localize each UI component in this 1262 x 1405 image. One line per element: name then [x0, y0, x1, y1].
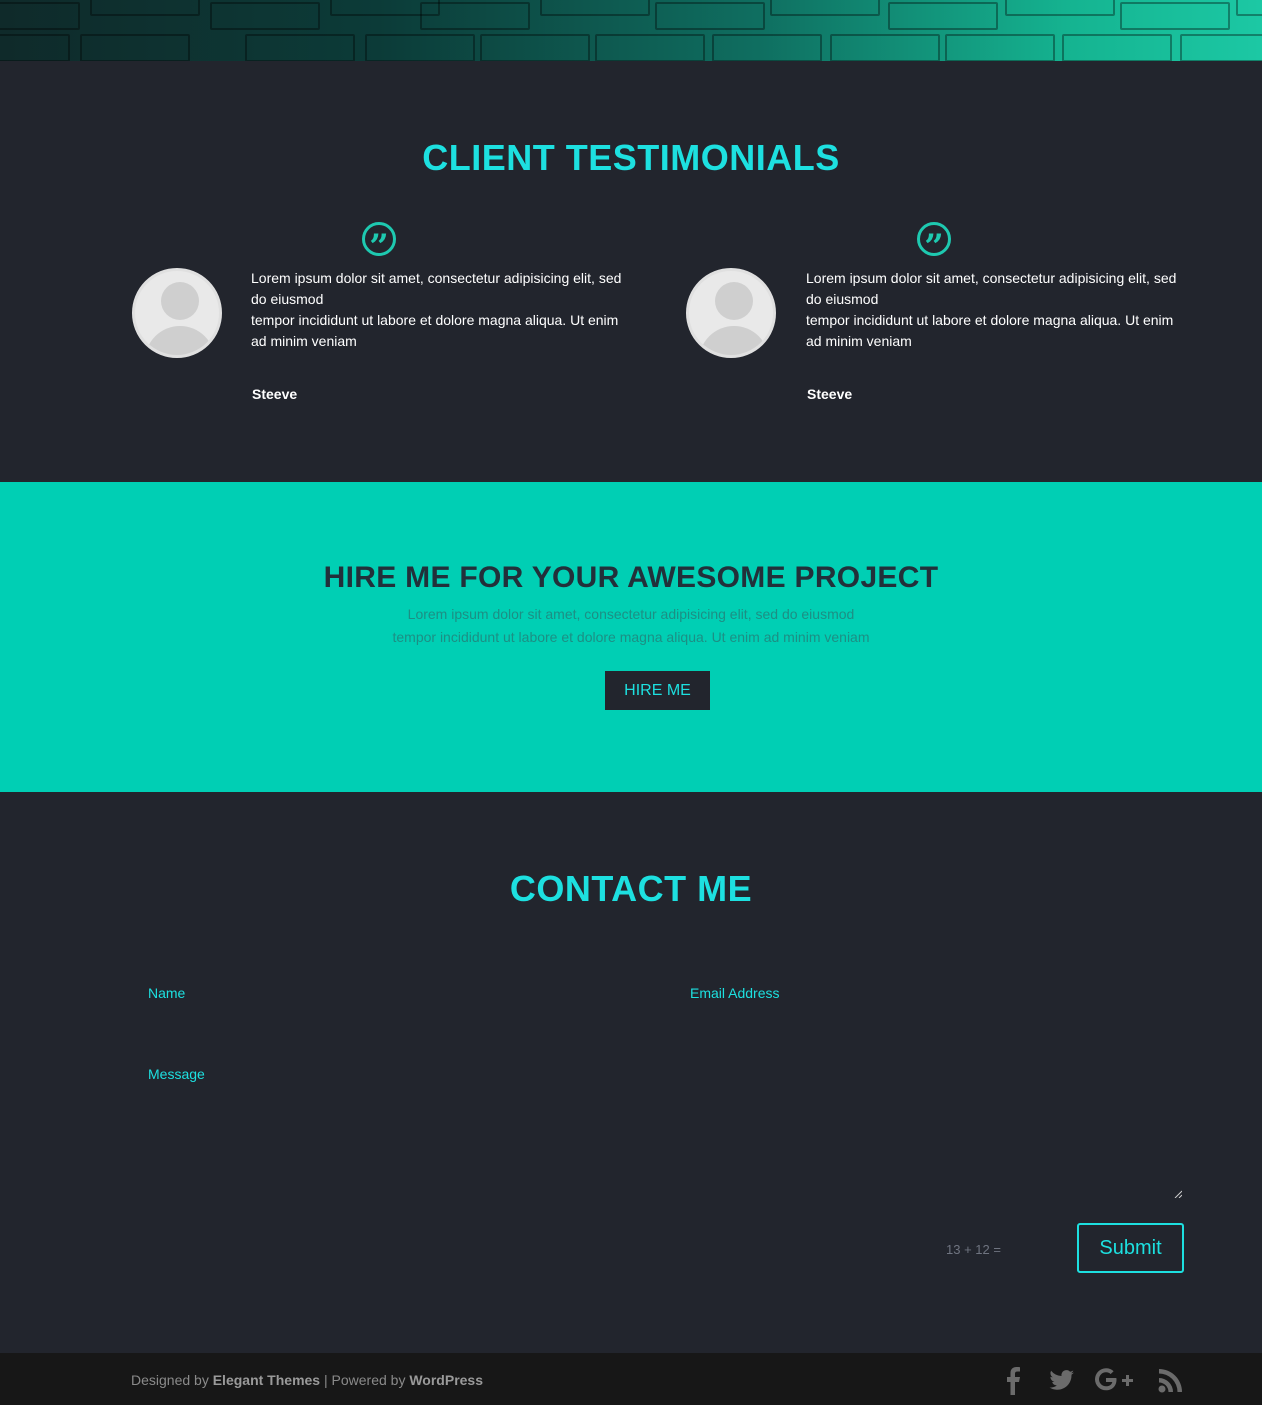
designed-by-prefix: Designed by — [131, 1372, 209, 1388]
contact-section: CONTACT ME Name Email Address Message 13… — [0, 792, 1262, 1353]
email-field[interactable] — [674, 972, 1184, 1016]
submit-button[interactable]: Submit — [1077, 1223, 1184, 1273]
wordpress-link[interactable]: WordPress — [409, 1372, 483, 1388]
name-field[interactable] — [132, 972, 647, 1016]
avatar — [686, 268, 776, 358]
testimonials-title: CLIENT TESTIMONIALS — [422, 137, 840, 178]
facebook-icon[interactable] — [998, 1365, 1028, 1395]
contact-title: CONTACT ME — [509, 868, 753, 909]
avatar — [132, 268, 222, 358]
powered-by-prefix: | Powered by — [323, 1372, 406, 1388]
quote-icon: ” — [917, 222, 951, 267]
captcha-field[interactable] — [1010, 1234, 1065, 1266]
resize-handle-icon[interactable] — [1174, 1190, 1182, 1198]
quote-icon: ” — [362, 222, 396, 267]
rss-icon[interactable] — [1156, 1365, 1186, 1395]
elegant-themes-link[interactable]: Elegant Themes — [213, 1372, 320, 1388]
hire-me-section: HIRE ME FOR YOUR AWESOME PROJECT Lorem i… — [0, 482, 1262, 792]
hire-description-line: Lorem ipsum dolor sit amet, consectetur … — [407, 606, 855, 622]
hire-description-line: tempor incididunt ut labore et dolore ma… — [392, 629, 870, 645]
testimonial-text: Lorem ipsum dolor sit amet, consectetur … — [806, 270, 1177, 349]
message-field[interactable] — [132, 1050, 1184, 1200]
captcha-question: 13 + 12 = — [946, 1242, 1001, 1257]
testimonials-section: CLIENT TESTIMONIALS ” Lorem ipsum dolor … — [0, 61, 1262, 482]
google-plus-icon[interactable] — [1095, 1365, 1137, 1395]
hire-title: HIRE ME FOR YOUR AWESOME PROJECT — [323, 561, 939, 594]
hero-image-strip — [0, 0, 1262, 61]
testimonial-author: Steeve — [807, 386, 853, 402]
testimonial-author: Steeve — [252, 386, 298, 402]
testimonial-text: Lorem ipsum dolor sit amet, consectetur … — [251, 270, 622, 349]
footer: Designed by Elegant Themes | Powered by … — [0, 1353, 1262, 1405]
footer-credits: Designed by Elegant Themes | Powered by … — [131, 1372, 483, 1388]
hire-me-button[interactable]: HIRE ME — [605, 671, 710, 710]
twitter-icon[interactable] — [1046, 1365, 1076, 1395]
